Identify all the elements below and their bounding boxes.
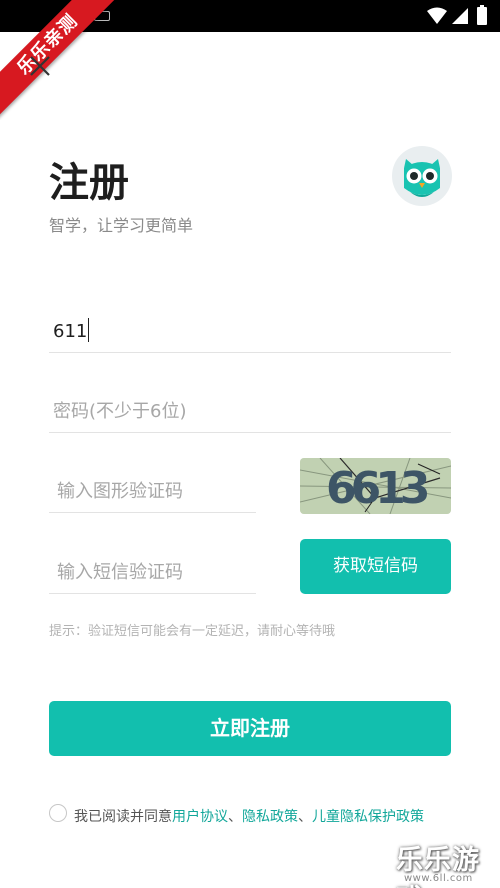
phone-field bbox=[49, 310, 451, 353]
password-field bbox=[49, 390, 451, 433]
page-title: 注册 bbox=[49, 160, 129, 206]
owl-logo-icon bbox=[392, 146, 452, 206]
watermark-url: www.6ll.com bbox=[404, 873, 473, 884]
agreement-text: 我已阅读并同意用户协议、隐私政策、儿童隐私保护政策 bbox=[74, 803, 454, 831]
agreement-separator: 、 bbox=[228, 809, 242, 825]
badge-label: 乐乐亲测 bbox=[0, 0, 120, 120]
sms-code-input[interactable] bbox=[53, 551, 256, 593]
get-sms-code-button[interactable]: 获取短信码 bbox=[300, 539, 451, 594]
user-agreement-link[interactable]: 用户协议 bbox=[172, 809, 228, 825]
captcha-field bbox=[49, 470, 256, 513]
agree-checkbox[interactable] bbox=[49, 804, 67, 822]
signal-icon bbox=[452, 8, 468, 24]
close-button[interactable] bbox=[24, 50, 56, 82]
agreement-prefix: 我已阅读并同意 bbox=[74, 809, 172, 825]
privacy-policy-link[interactable]: 隐私政策 bbox=[242, 809, 298, 825]
wifi-icon bbox=[427, 7, 447, 24]
password-input[interactable] bbox=[49, 390, 451, 432]
close-icon bbox=[30, 56, 50, 76]
phone-input[interactable] bbox=[49, 310, 451, 352]
corner-badge: 乐乐亲测 bbox=[0, 0, 120, 120]
captcha-graphic: 6613 bbox=[300, 458, 451, 514]
captcha-image[interactable]: 6613 bbox=[300, 458, 451, 514]
register-button[interactable]: 立即注册 bbox=[49, 701, 451, 756]
sms-code-field bbox=[49, 551, 256, 594]
page-subtitle: 智学，让学习更简单 bbox=[49, 216, 194, 235]
captcha-code: 6613 bbox=[326, 463, 428, 514]
battery-icon bbox=[477, 5, 487, 25]
sms-delay-hint: 提示：验证短信可能会有一定延迟，请耐心等待哦 bbox=[49, 624, 336, 639]
child-privacy-policy-link[interactable]: 儿童隐私保护政策 bbox=[312, 809, 424, 825]
agreement-separator: 、 bbox=[298, 809, 312, 825]
text-caret bbox=[88, 318, 89, 342]
captcha-input[interactable] bbox=[53, 470, 256, 512]
